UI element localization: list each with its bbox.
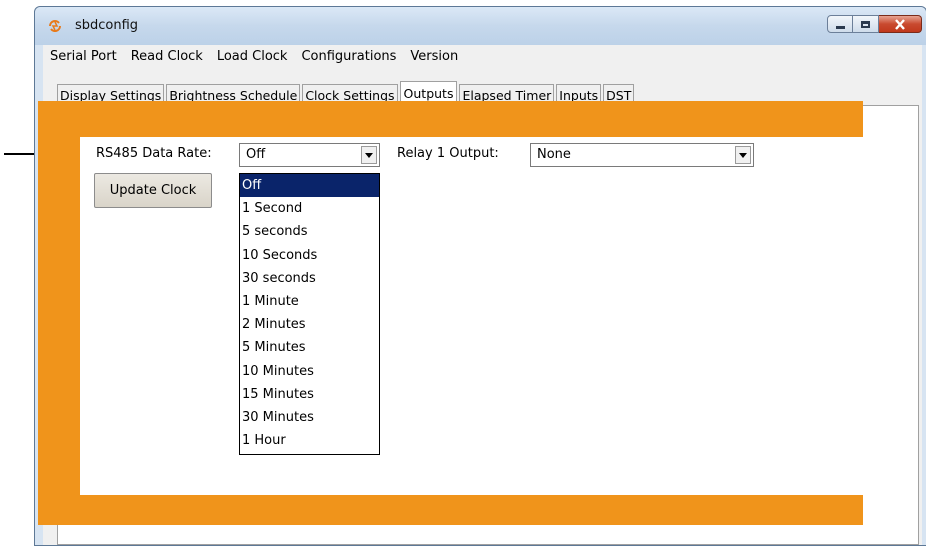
chevron-down-icon: [365, 152, 373, 158]
relay1-output-combo[interactable]: None: [530, 143, 754, 167]
dropdown-option-10-minutes[interactable]: 10 Minutes: [240, 360, 379, 383]
rs485-dropdown-button[interactable]: [361, 146, 377, 164]
menu-version[interactable]: Version: [403, 49, 465, 64]
dropdown-option-1-hour[interactable]: 1 Hour: [240, 429, 379, 452]
rs485-dropdown-list: Off 1 Second 5 seconds 10 Seconds 30 sec…: [239, 173, 380, 455]
relay1-output-label: Relay 1 Output:: [397, 146, 499, 161]
relay1-output-value: None: [537, 147, 571, 162]
dropdown-option-off[interactable]: Off: [240, 174, 379, 198]
window-controls: [827, 15, 922, 33]
dropdown-option-5-minutes[interactable]: 5 Minutes: [240, 336, 379, 359]
update-clock-button[interactable]: Update Clock: [94, 173, 212, 208]
maximize-button[interactable]: [853, 15, 879, 33]
dropdown-option-5-seconds[interactable]: 5 seconds: [240, 220, 379, 243]
title-bar[interactable]: sbdconfig: [35, 7, 926, 45]
close-icon: [895, 18, 905, 30]
menu-load-clock[interactable]: Load Clock: [210, 49, 295, 64]
minimize-button[interactable]: [827, 15, 853, 33]
menu-configurations[interactable]: Configurations: [294, 49, 403, 64]
dropdown-option-30-seconds[interactable]: 30 seconds: [240, 267, 379, 290]
relay1-dropdown-button[interactable]: [735, 146, 751, 164]
menu-read-clock[interactable]: Read Clock: [124, 49, 210, 64]
close-button[interactable]: [879, 15, 922, 33]
maximize-icon: [861, 20, 870, 28]
rs485-data-rate-value: Off: [246, 147, 266, 162]
menu-serial-port[interactable]: Serial Port: [43, 49, 124, 64]
dropdown-option-10-seconds[interactable]: 10 Seconds: [240, 244, 379, 267]
chevron-down-icon: [739, 152, 747, 158]
sbdconfig-app-icon: [49, 20, 61, 32]
rs485-data-rate-combo[interactable]: Off: [239, 143, 380, 167]
minimize-icon: [835, 25, 845, 29]
dropdown-option-15-minutes[interactable]: 15 Minutes: [240, 383, 379, 406]
dropdown-option-1-minute[interactable]: 1 Minute: [240, 290, 379, 313]
rs485-data-rate-label: RS485 Data Rate:: [96, 146, 212, 161]
dropdown-option-1-second[interactable]: 1 Second: [240, 197, 379, 220]
window-title: sbdconfig: [75, 18, 139, 33]
dropdown-option-2-minutes[interactable]: 2 Minutes: [240, 313, 379, 336]
menu-bar: Serial Port Read Clock Load Clock Config…: [43, 45, 922, 67]
dropdown-option-30-minutes[interactable]: 30 Minutes: [240, 406, 379, 429]
